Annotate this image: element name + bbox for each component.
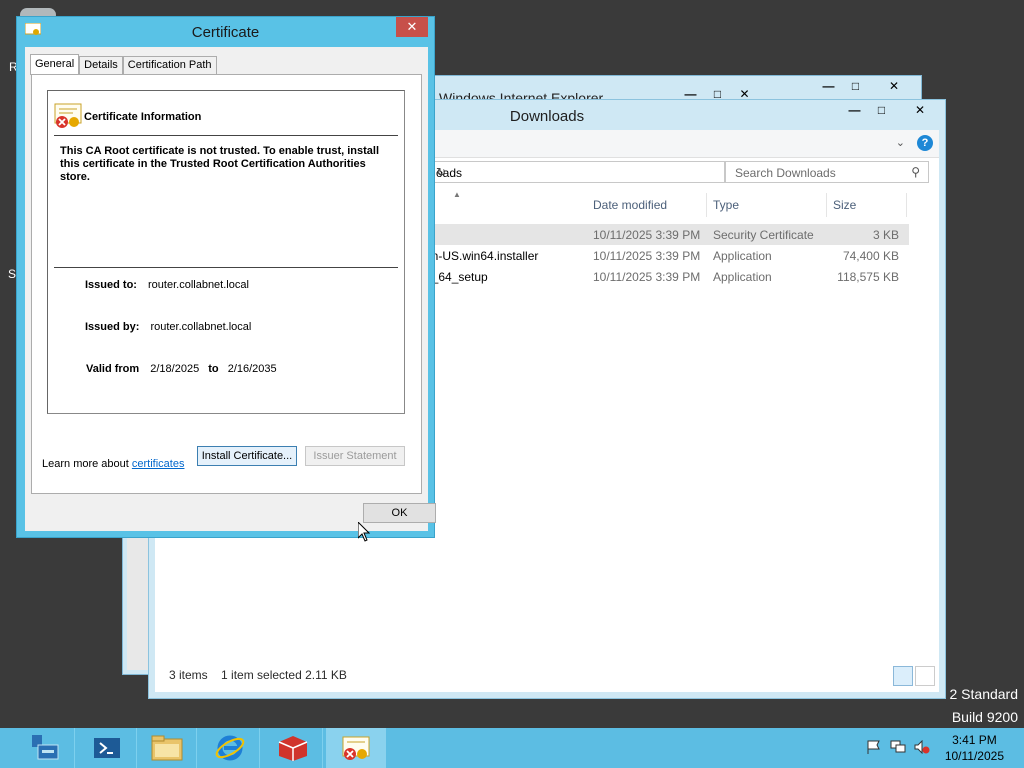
tab-certification-path[interactable]: Certification Path (122, 56, 217, 75)
refresh-icon[interactable]: ↻ (436, 165, 716, 179)
status-selection: 1 item selected 2.11 KB (221, 668, 347, 682)
status-item-count: 3 items (169, 668, 208, 682)
issued-by-value: router.collabnet.local (150, 321, 252, 333)
file-row[interactable]: 10/11/2025 3:39 PM Security Certificate … (425, 224, 909, 245)
valid-to-value: 2/16/2035 (227, 363, 277, 375)
certificates-link[interactable]: certificates (132, 458, 185, 470)
clock[interactable]: 3:41 PM 10/11/2025 (945, 732, 1004, 764)
column-type[interactable]: Type (707, 193, 827, 217)
issued-by-row: Issued by: router.collabnet.local (85, 321, 251, 333)
file-date: 10/11/2025 3:39 PM (593, 270, 701, 284)
file-type: Application (713, 249, 772, 263)
taskbar: 3:41 PM 10/11/2025 (0, 728, 1024, 768)
desktop-label-fragment: S (8, 267, 17, 281)
learn-more-text: Learn more about (42, 458, 132, 470)
validity-row: Valid from 2/18/2025 to 2/16/2035 (86, 363, 277, 375)
large-icons-view-icon[interactable] (915, 666, 935, 686)
maximize-icon[interactable]: □ (842, 76, 869, 96)
dialog-title: Certificate (191, 24, 260, 41)
untrusted-certificate-icon (54, 103, 82, 128)
file-size: 74,400 KB (842, 249, 899, 263)
valid-to-label: to (208, 363, 219, 375)
volume-muted-icon[interactable] (914, 740, 930, 754)
issued-to-row: Issued to: router.collabnet.local (85, 279, 249, 291)
internet-explorer-icon[interactable] (200, 728, 260, 768)
help-icon[interactable]: ? (917, 135, 933, 151)
divider (54, 267, 398, 268)
network-icon[interactable] (890, 740, 906, 754)
ok-button[interactable]: OK (363, 503, 436, 523)
close-icon[interactable]: ✕ (895, 100, 945, 120)
divider (54, 135, 398, 136)
certificate-info-box: Certificate Information This CA Root cer… (47, 90, 405, 414)
file-explorer-icon[interactable] (137, 728, 197, 768)
general-tab-page: Certificate Information This CA Root cer… (31, 74, 422, 494)
column-date-modified[interactable]: Date modified (587, 193, 707, 217)
file-date: 10/11/2025 3:39 PM (593, 249, 701, 263)
issued-by-label: Issued by: (85, 321, 140, 333)
learn-more: Learn more about certificates (42, 458, 184, 470)
file-type: Application (713, 270, 772, 284)
info-header: Certificate Information (84, 111, 202, 123)
file-size: 3 KB (872, 228, 899, 242)
minimize-icon[interactable]: — (815, 76, 842, 96)
close-button[interactable]: ✕ (396, 17, 428, 37)
issued-to-label: Issued to: (85, 279, 137, 291)
trust-warning: This CA Root certificate is not trusted.… (60, 145, 380, 183)
tab-general[interactable]: General (30, 54, 80, 75)
tab-details[interactable]: Details (79, 56, 123, 75)
powershell-icon[interactable] (77, 728, 137, 768)
flag-icon[interactable] (866, 740, 882, 754)
search-placeholder: Search Downloads (735, 166, 836, 180)
valid-from-value: 2/18/2025 (150, 363, 200, 375)
issuer-statement-button[interactable]: Issuer Statement (305, 446, 405, 466)
certificate-dialog[interactable]: Certificate ✕ General Details Certificat… (16, 16, 436, 538)
address-bar[interactable]: oads ⌄ ↻ (425, 161, 725, 183)
clock-date: 10/11/2025 (944, 749, 1004, 763)
mouse-cursor-icon (358, 522, 370, 542)
minimize-icon[interactable]: — (841, 100, 868, 120)
clock-time: 3:41 PM (952, 733, 997, 747)
install-certificate-button[interactable]: Install Certificate... (197, 446, 297, 466)
details-view-icon[interactable] (893, 666, 913, 686)
sort-arrow-icon: ▲ (453, 190, 461, 199)
os-edition-watermark: 2 Standard (949, 686, 1019, 702)
search-input[interactable]: Search Downloads ⚲ (725, 161, 929, 183)
file-size: 118,575 KB (837, 270, 899, 284)
router-app-icon[interactable] (263, 728, 323, 768)
certificate-icon[interactable] (326, 728, 386, 768)
ribbon-expand-icon[interactable]: ⌄ (896, 136, 905, 149)
dialog-body: General Details Certification Path Certi… (25, 47, 436, 531)
close-icon[interactable]: ✕ (869, 76, 919, 96)
file-name: en-US.win64.installer (425, 249, 539, 263)
ie-window-controls: — □ ✕ (815, 76, 919, 96)
search-icon: ⚲ (911, 165, 920, 179)
server-manager-icon[interactable] (15, 728, 75, 768)
tab-strip: General Details Certification Path (30, 54, 217, 75)
file-row[interactable]: 2_64_setup 10/11/2025 3:39 PM Applicatio… (425, 266, 909, 287)
os-build-watermark: Build 9200 (951, 709, 1018, 725)
downloads-window-controls: — □ ✕ (841, 100, 945, 120)
file-row[interactable]: en-US.win64.installer 10/11/2025 3:39 PM… (425, 245, 909, 266)
maximize-icon[interactable]: □ (868, 100, 895, 120)
valid-from-label: Valid from (86, 363, 140, 375)
file-date: 10/11/2025 3:39 PM (593, 228, 701, 242)
column-size[interactable]: Size (827, 193, 907, 217)
status-bar: 3 items 1 item selected 2.11 KB (169, 668, 357, 682)
file-type: Security Certificate (713, 228, 814, 242)
issued-to-value: router.collabnet.local (148, 279, 249, 291)
system-tray: 3:41 PM 10/11/2025 (844, 728, 1024, 768)
